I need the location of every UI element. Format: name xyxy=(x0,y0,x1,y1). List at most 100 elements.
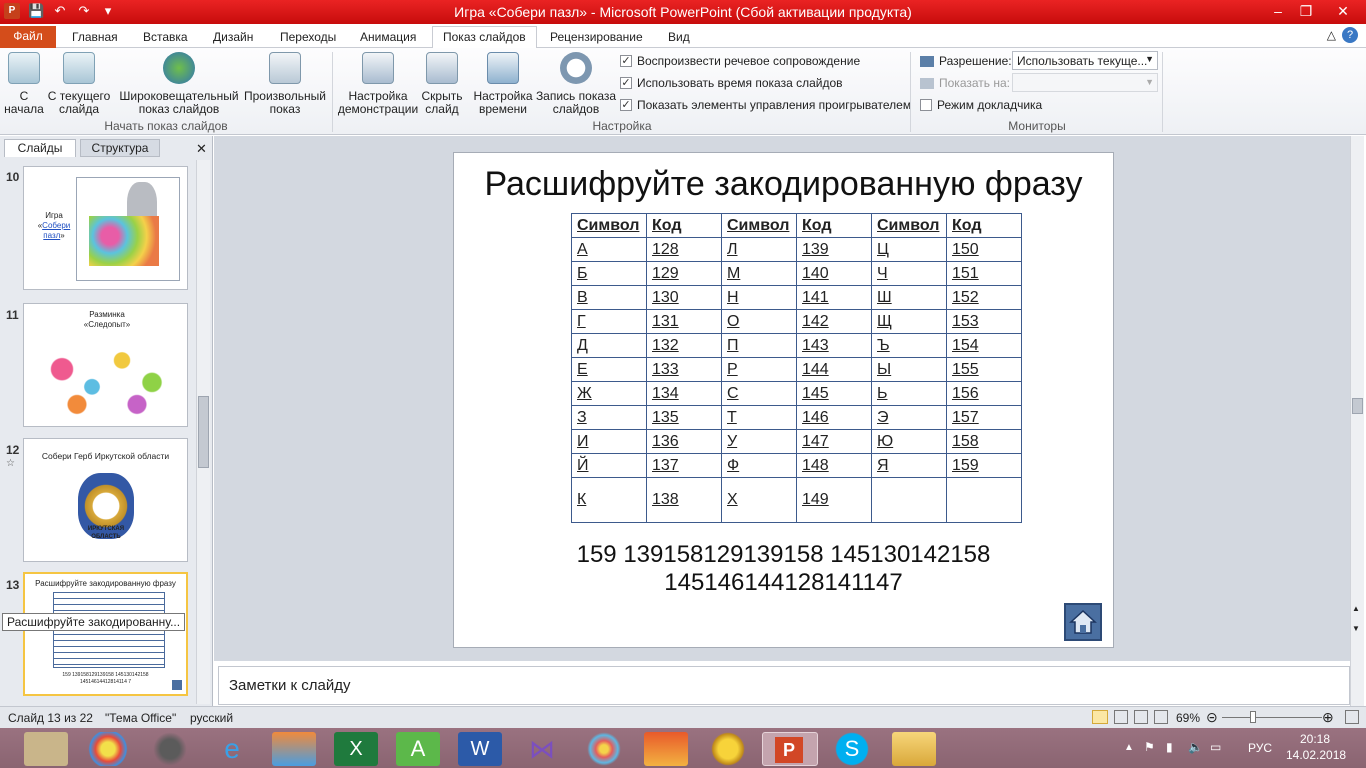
code-cell: 159 xyxy=(946,453,1022,478)
help-icon[interactable]: ? xyxy=(1342,27,1358,43)
show-on-dropdown[interactable]: ▼ xyxy=(1012,73,1158,92)
tab-slideshow[interactable]: Показ слайдов xyxy=(432,26,537,49)
code-cell: 129 xyxy=(646,261,722,286)
close-button[interactable]: ✕ xyxy=(1320,0,1366,22)
code-cell: 147 xyxy=(796,429,872,454)
minimize-button[interactable]: – xyxy=(1264,0,1292,22)
hide-slide-button[interactable]: Скрыть слайд xyxy=(418,52,466,116)
previous-slide-icon[interactable]: ▲ xyxy=(1352,604,1360,613)
zoom-out-icon[interactable]: ⊝ xyxy=(1206,709,1218,726)
file-explorer-icon[interactable] xyxy=(892,732,936,766)
monitor-icon xyxy=(920,55,934,67)
code-cell: 128 xyxy=(646,237,722,262)
app-a-icon[interactable]: A xyxy=(396,732,440,766)
custom-show-button[interactable]: Произвольный показ xyxy=(242,52,328,116)
record-slideshow-button[interactable]: Запись показа слайдов xyxy=(534,52,618,116)
action-center-icon[interactable]: ⚑ xyxy=(1144,740,1155,754)
symbol-cell: З xyxy=(571,405,647,430)
battery-icon[interactable]: ▭ xyxy=(1210,740,1221,754)
slide-thumbnail-13-selected[interactable]: Расшифруйте закодированную фразу 159 139… xyxy=(23,572,188,696)
symbol-cell: П xyxy=(721,333,797,358)
use-timings-checkbox[interactable]: ✓ Использовать время показа слайдов xyxy=(620,76,843,90)
table-row: К 138 Х 149 xyxy=(571,477,1022,523)
paint-icon[interactable] xyxy=(582,732,626,766)
clock-time[interactable]: 20:18 xyxy=(1300,732,1330,746)
slide-sorter-icon[interactable] xyxy=(1114,710,1128,724)
media-icon[interactable] xyxy=(706,732,750,766)
home-button[interactable] xyxy=(1064,603,1102,641)
visual-studio-icon[interactable]: ⋈ xyxy=(520,732,564,766)
video-editor-icon[interactable] xyxy=(644,732,688,766)
tab-slides[interactable]: Слайды xyxy=(4,139,76,157)
table-row: З 135 Т 146 Э 157 xyxy=(571,405,1022,430)
internet-explorer-icon[interactable]: e xyxy=(210,732,254,766)
slide-thumbnail-12[interactable]: Собери Герб Иркутской области ИРКУТСКАЯ … xyxy=(23,438,188,562)
reading-view-icon[interactable] xyxy=(1134,710,1148,724)
tooltip: Расшифруйте закодированну... xyxy=(2,613,186,631)
normal-view-icon[interactable] xyxy=(1092,710,1108,724)
tab-outline[interactable]: Структура xyxy=(80,139,160,157)
symbol-cell: Г xyxy=(571,309,647,334)
next-slide-icon[interactable]: ▼ xyxy=(1352,624,1360,633)
volume-icon[interactable]: 🔈 xyxy=(1188,740,1203,754)
media-player-icon[interactable] xyxy=(272,732,316,766)
zoom-slider-thumb[interactable] xyxy=(1250,711,1256,723)
resolution-label: Разрешение: xyxy=(920,54,1012,68)
tab-view[interactable]: Вид xyxy=(658,27,700,48)
code-cell: 135 xyxy=(646,405,722,430)
clock-date[interactable]: 14.02.2018 xyxy=(1286,748,1346,762)
presenter-view-checkbox[interactable]: Режим докладчика xyxy=(920,98,1042,112)
broadcast-button[interactable]: Широковещательный показ слайдов xyxy=(118,52,240,116)
show-hidden-icons-icon[interactable]: ▲ xyxy=(1124,742,1134,753)
slide-thumbnail-10[interactable]: Игра «Собери пазл» xyxy=(23,166,188,290)
fit-to-window-icon[interactable] xyxy=(1345,710,1359,724)
symbol-cell: Х xyxy=(721,477,797,523)
tab-insert[interactable]: Вставка xyxy=(133,27,198,48)
zoom-level[interactable]: 69% xyxy=(1176,711,1200,725)
notes-pane[interactable]: Заметки к слайду xyxy=(218,666,1350,705)
code-cell: 130 xyxy=(646,285,722,310)
resolution-dropdown[interactable]: Использовать текуще... ▼ xyxy=(1012,51,1158,70)
table-row: Г 131 О 142 Щ 153 xyxy=(571,309,1022,334)
zoom-slider[interactable] xyxy=(1222,717,1322,718)
network-icon[interactable]: ▮ xyxy=(1166,740,1173,754)
theme-name[interactable]: "Тема Office" xyxy=(105,711,176,725)
rehearse-timings-button[interactable]: Настройка времени xyxy=(472,52,534,116)
tab-transitions[interactable]: Переходы xyxy=(270,27,346,48)
symbol-cell: О xyxy=(721,309,797,334)
from-current-button[interactable]: С текущего слайда xyxy=(46,52,112,116)
slideshow-view-icon[interactable] xyxy=(1154,710,1168,724)
skype-icon[interactable]: S xyxy=(830,732,874,766)
play-narrations-checkbox[interactable]: ✓ Воспроизвести речевое сопровождение xyxy=(620,54,860,68)
chrome-like-browser-icon[interactable] xyxy=(86,732,130,766)
restore-button[interactable]: ❐ xyxy=(1292,0,1320,22)
minimize-ribbon-icon[interactable]: △ xyxy=(1327,28,1336,42)
excel-icon[interactable]: X xyxy=(334,732,378,766)
word-icon[interactable]: W xyxy=(458,732,502,766)
gimp-icon[interactable] xyxy=(148,732,192,766)
close-pane-icon[interactable]: ✕ xyxy=(196,141,207,157)
slide-number: 13 xyxy=(6,578,20,592)
tab-design[interactable]: Дизайн xyxy=(203,27,263,48)
powerpoint-taskbar-icon[interactable]: P xyxy=(762,732,818,766)
editor-scrollbar[interactable]: ▲ ▼ xyxy=(1350,136,1364,706)
setup-show-button[interactable]: Настройка демонстрации xyxy=(336,52,420,116)
scroll-thumb[interactable] xyxy=(198,396,209,468)
tab-animation[interactable]: Анимация xyxy=(350,27,426,48)
language-indicator[interactable]: русский xyxy=(190,711,233,725)
slides-scrollbar[interactable] xyxy=(196,160,210,704)
from-beginning-button[interactable]: С начала xyxy=(4,52,44,116)
symbol-cell: Й xyxy=(571,453,647,478)
tab-file[interactable]: Файл xyxy=(0,26,56,48)
archiver-icon[interactable] xyxy=(24,732,68,766)
separator xyxy=(910,52,911,132)
keyboard-language[interactable]: РУС xyxy=(1248,741,1272,755)
scroll-thumb[interactable] xyxy=(1352,398,1363,414)
tab-review[interactable]: Рецензирование xyxy=(540,27,653,48)
slide-thumbnail-11[interactable]: Разминка «Следопыт» xyxy=(23,303,188,427)
code-cell: 136 xyxy=(646,429,722,454)
show-media-controls-checkbox[interactable]: ✓ Показать элементы управления проигрыват… xyxy=(620,98,911,112)
zoom-in-icon[interactable]: ⊕ xyxy=(1322,709,1334,726)
separator xyxy=(1162,52,1163,132)
tab-home[interactable]: Главная xyxy=(62,27,128,48)
